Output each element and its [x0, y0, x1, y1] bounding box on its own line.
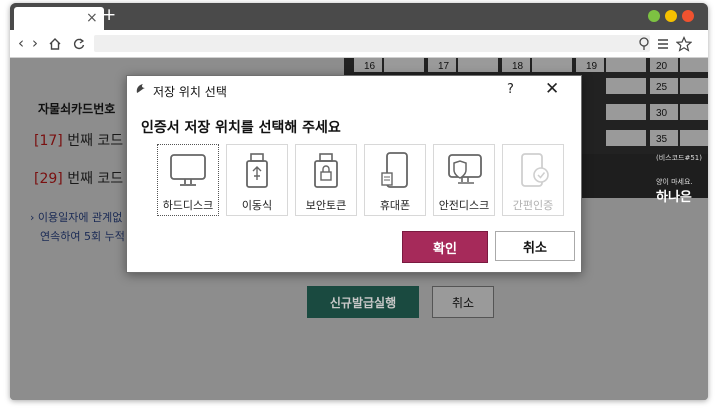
hana-logo: 하나은 — [656, 190, 692, 205]
cancel-button[interactable]: 취소 — [495, 231, 575, 261]
code-number: [29] — [34, 171, 63, 187]
code-line-2: [29] 번째 코드 — [34, 168, 123, 188]
notice-line-2: 연속하여 5회 누적 — [40, 230, 125, 243]
option-secure-disk[interactable]: 안전디스크 — [433, 144, 495, 216]
code-text: 번째 코드 — [67, 133, 124, 149]
code-number: [17] — [34, 133, 63, 149]
grid-number: 16 — [364, 61, 376, 72]
option-label: 휴대폰 — [379, 199, 411, 212]
usb-drive-icon — [246, 153, 268, 188]
issue-new-button[interactable]: 신규발급실행 — [307, 286, 419, 318]
option-label: 안전디스크 — [438, 199, 490, 212]
storage-location-dialog: 저장 위치 선택 ? ✕ 인증서 저장 위치를 선택해 주세요 하드디스크 이동… — [126, 75, 582, 273]
code-line-1: [17] 번째 코드 — [34, 130, 123, 150]
option-mobile-phone[interactable]: 휴대폰 — [364, 144, 426, 216]
new-tab-icon[interactable]: + — [102, 6, 116, 25]
window-dot-yellow[interactable] — [665, 10, 677, 22]
option-hard-disk[interactable]: 하드디스크 — [157, 144, 219, 216]
option-label: 간편인증 — [512, 199, 554, 212]
svg-text:19: 19 — [586, 61, 598, 72]
hana-caption: (비스코드#51) — [656, 154, 702, 162]
browser-tab[interactable]: × — [14, 7, 104, 30]
reload-icon[interactable] — [72, 37, 86, 51]
svg-text:17: 17 — [438, 61, 450, 72]
address-bar[interactable] — [94, 35, 650, 52]
confirm-button[interactable]: 확인 — [402, 231, 488, 263]
window-dot-green[interactable] — [648, 10, 660, 22]
tab-bar: × + — [10, 3, 708, 30]
app-logo-icon — [136, 84, 145, 93]
option-label: 보안토큰 — [305, 199, 347, 212]
window-dot-red[interactable] — [682, 10, 694, 22]
mobile-phone-icon — [381, 152, 408, 188]
option-simple-auth: 간편인증 — [502, 144, 564, 216]
option-security-token[interactable]: 보안토큰 — [295, 144, 357, 216]
star-icon[interactable] — [676, 36, 692, 52]
dialog-title: 저장 위치 선택 — [153, 85, 227, 99]
code-text: 번째 코드 — [67, 171, 124, 187]
menu-icon[interactable] — [656, 37, 670, 51]
forward-icon[interactable]: › — [32, 34, 38, 52]
svg-text:25: 25 — [656, 82, 668, 93]
simple-auth-icon — [521, 153, 549, 187]
svg-text:20: 20 — [656, 61, 668, 72]
card-number-label: 자물쇠카드번호 — [38, 102, 116, 116]
svg-text:35: 35 — [656, 134, 668, 145]
location-pin-icon[interactable] — [638, 37, 650, 51]
secure-disk-icon — [448, 154, 482, 184]
svg-text:30: 30 — [656, 108, 668, 119]
option-label: 하드디스크 — [162, 199, 214, 212]
option-label: 이동식 — [241, 199, 273, 212]
page-cancel-button[interactable]: 취소 — [432, 286, 494, 318]
tab-close-icon[interactable]: × — [86, 10, 98, 26]
dialog-heading: 인증서 저장 위치를 선택해 주세요 — [141, 120, 341, 136]
close-icon[interactable]: ✕ — [545, 79, 559, 99]
security-token-icon — [314, 153, 338, 188]
browser-toolbar: ‹ › — [10, 30, 708, 58]
back-icon[interactable]: ‹ — [18, 34, 24, 52]
svg-text:18: 18 — [512, 61, 524, 72]
home-icon[interactable] — [48, 37, 62, 51]
option-removable[interactable]: 이동식 — [226, 144, 288, 216]
monitor-icon — [170, 154, 206, 186]
help-icon[interactable]: ? — [507, 82, 514, 97]
notice-line-1: › 이용일자에 관계없 — [30, 211, 123, 224]
